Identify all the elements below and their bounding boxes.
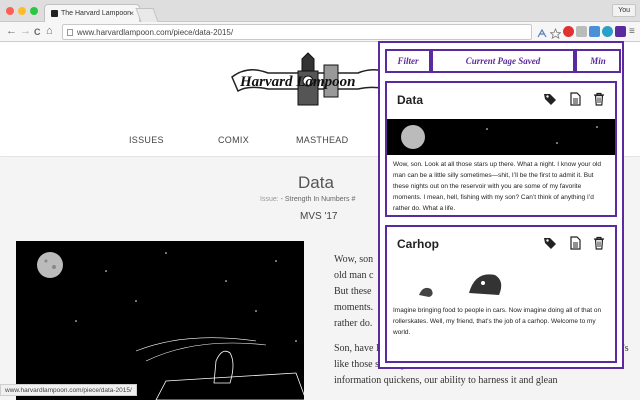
address-bar[interactable]: www.harvardlampoon.com/piece/data-2015/ bbox=[62, 24, 532, 40]
tag-icon[interactable] bbox=[543, 92, 557, 106]
browser-menu-icon[interactable]: ≡ bbox=[629, 25, 635, 38]
home-button[interactable]: ⌂ bbox=[46, 25, 53, 38]
current-page-saved-button[interactable]: Current Page Saved bbox=[431, 49, 575, 73]
back-button[interactable]: ← bbox=[6, 25, 17, 38]
trash-icon[interactable] bbox=[592, 92, 606, 106]
starry-night-fishing-image bbox=[37, 252, 304, 400]
saved-card-carhop[interactable]: Carhop Imagine bringing food to people i… bbox=[385, 225, 617, 363]
tab-close-icon[interactable]: × bbox=[129, 9, 134, 18]
trash-icon[interactable] bbox=[592, 236, 606, 250]
filter-button[interactable]: Filter bbox=[385, 49, 431, 73]
article-text-fragment: rather do. bbox=[334, 318, 373, 329]
card-title: Carhop bbox=[397, 237, 439, 251]
zoom-window-button[interactable] bbox=[30, 7, 38, 15]
lampoon-favicon-icon bbox=[51, 10, 58, 17]
card-image bbox=[387, 263, 615, 303]
profile-button[interactable]: You bbox=[612, 4, 636, 17]
min-button[interactable]: Min bbox=[575, 49, 621, 73]
card-excerpt: Imagine bringing food to people in cars.… bbox=[393, 307, 602, 336]
bookmark-star-icon[interactable] bbox=[549, 26, 562, 40]
article-text-fragment: old man c bbox=[334, 270, 374, 281]
browser-toolbar: ← → C ⌂ www.harvardlampoon.com/piece/dat… bbox=[0, 22, 640, 42]
tag-icon[interactable] bbox=[543, 236, 557, 250]
nav-comix[interactable]: COMIX bbox=[218, 135, 249, 145]
article-text-fragment: moments. bbox=[334, 302, 374, 313]
forward-button[interactable]: → bbox=[20, 25, 31, 38]
opera-extension-icon[interactable] bbox=[563, 26, 574, 37]
card-image bbox=[387, 119, 615, 155]
logo-text: Harvard Lampoon bbox=[239, 74, 355, 90]
close-window-button[interactable] bbox=[6, 7, 14, 15]
nav-masthead[interactable]: MASTHEAD bbox=[296, 135, 348, 145]
article-hero-image bbox=[16, 241, 304, 400]
status-bar-url: www.harvardlampoon.com/piece/data-2015/ bbox=[0, 384, 137, 396]
browser-tab[interactable]: The Harvard Lampoon × bbox=[44, 4, 140, 22]
extension-blue-icon[interactable] bbox=[589, 26, 600, 37]
card-excerpt: Wow, son. Look at all those stars up the… bbox=[393, 161, 601, 212]
article-issue: Issue: - Strength In Numbers # bbox=[260, 196, 356, 203]
saved-pages-extension-icon[interactable] bbox=[615, 26, 626, 37]
browser-tab-strip: The Harvard Lampoon × You bbox=[0, 0, 640, 22]
lampoon-logo-icon[interactable]: Harvard Lampoon bbox=[228, 51, 398, 111]
new-tab-button[interactable] bbox=[135, 8, 159, 22]
article-title: Data bbox=[298, 173, 334, 192]
article-text-fragment: But these bbox=[334, 286, 372, 297]
nav-issues[interactable]: ISSUES bbox=[129, 135, 164, 145]
translate-extension-icon[interactable] bbox=[537, 26, 548, 38]
document-icon[interactable] bbox=[568, 236, 582, 250]
saved-pages-popup: Filter Current Page Saved Min Data Wow, … bbox=[378, 41, 624, 369]
minimize-window-button[interactable] bbox=[18, 7, 26, 15]
extension-circle-icon[interactable] bbox=[602, 26, 613, 37]
page-info-icon[interactable] bbox=[67, 29, 73, 36]
document-icon[interactable] bbox=[568, 92, 582, 106]
extension-gray-icon[interactable] bbox=[576, 26, 587, 37]
address-url: www.harvardlampoon.com/piece/data-2015/ bbox=[77, 28, 234, 37]
article-text-fragment: Wow, son bbox=[334, 254, 374, 265]
card-title: Data bbox=[397, 93, 424, 107]
reload-button[interactable]: C bbox=[34, 26, 41, 39]
saved-card-data[interactable]: Data Wow, son. Look at all those stars u… bbox=[385, 81, 617, 217]
tab-title: The Harvard Lampoon bbox=[61, 10, 132, 17]
article-author: MVS '17 bbox=[300, 211, 338, 222]
